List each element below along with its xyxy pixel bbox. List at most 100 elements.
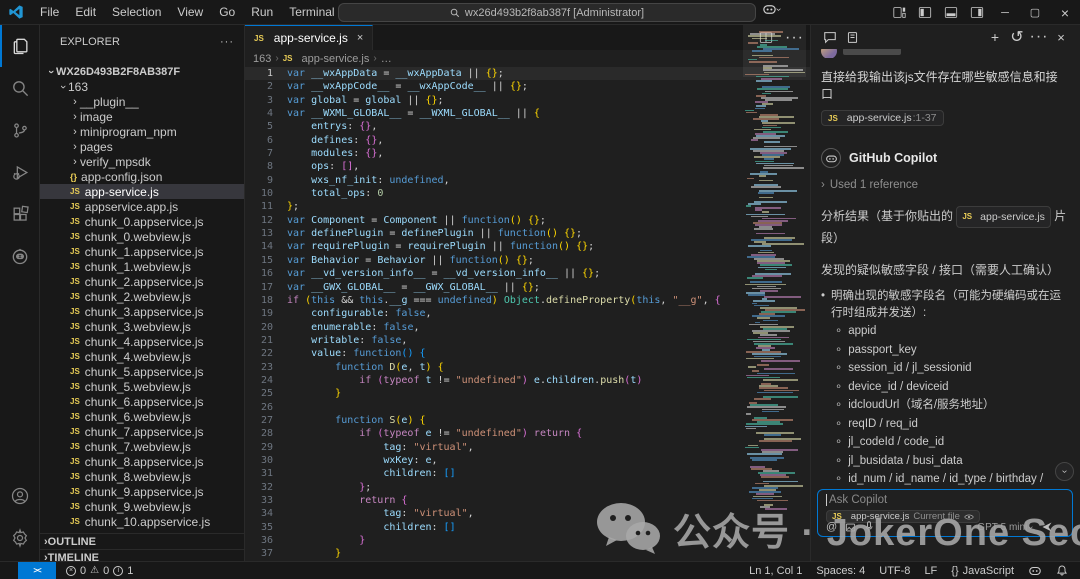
tree-item-app-service.js[interactable]: JSapp-service.js [40,184,245,199]
tree-item-chunk_2.webview.js[interactable]: JSchunk_2.webview.js [40,289,245,304]
tree-item-app-config.json[interactable]: {}app-config.json [40,169,245,184]
tree-item-chunk_0.webview.js[interactable]: JSchunk_0.webview.js [40,229,245,244]
error-icon: × [66,566,76,576]
tree-item-chunk_10.appservice.js[interactable]: JSchunk_10.appservice.js [40,514,245,529]
menu-terminal[interactable]: Terminal [281,0,342,25]
send-icon[interactable] [1041,521,1053,533]
tree-item-chunk_5.appservice.js[interactable]: JSchunk_5.appservice.js [40,364,245,379]
tree-item-chunk_9.webview.js[interactable]: JSchunk_9.webview.js [40,499,245,514]
scroll-down-button[interactable]: › [1055,462,1074,481]
remote-indicator[interactable]: >< [18,562,56,579]
notifications-bell-icon[interactable] [1056,564,1068,577]
used-references[interactable]: › Used 1 reference [821,179,1067,191]
tree-item-chunk_2.appservice.js[interactable]: JSchunk_2.appservice.js [40,274,245,289]
indentation[interactable]: Spaces: 4 [816,565,865,577]
tree-item-verify_mpsdk[interactable]: ›verify_mpsdk [40,154,245,169]
eol-sequence[interactable]: LF [924,565,937,577]
tree-item-chunk_4.appservice.js[interactable]: JSchunk_4.appservice.js [40,334,245,349]
minimap[interactable] [743,25,806,519]
breadcrumb-file[interactable]: app-service.js [302,53,370,65]
tree-item-appservice.app.js[interactable]: JSappservice.app.js [40,199,245,214]
command-center-search[interactable]: wx26d493b2f8ab387f [Administrator] [338,3,756,22]
mic-icon[interactable] [864,521,874,533]
chevron-down-icon[interactable]: › [1057,525,1068,528]
model-picker[interactable]: GPT-5 mini› [977,522,1032,533]
tree-item-chunk_1.webview.js[interactable]: JSchunk_1.webview.js [40,259,245,274]
toggle-secondary-sidebar-icon[interactable] [964,0,990,25]
encoding[interactable]: UTF-8 [879,565,910,577]
menu-file[interactable]: File [32,0,67,25]
tree-item-chunk_9.appservice.js[interactable]: JSchunk_9.appservice.js [40,484,245,499]
tree-item-chunk_4.webview.js[interactable]: JSchunk_4.webview.js [40,349,245,364]
chat-more-actions[interactable]: ··· [1028,26,1050,48]
notebook-icon[interactable] [841,26,863,48]
source-control-icon[interactable] [0,109,40,151]
search-view-icon[interactable] [0,67,40,109]
tab-close-icon[interactable]: × [357,32,363,44]
code-editor[interactable]: 1var __wxAppData = __wxAppData || {};2va… [245,67,810,561]
settings-gear-icon[interactable] [0,517,40,559]
run-debug-icon[interactable] [0,151,40,193]
tree-root[interactable]: ›WX26D493B2F8AB387F [40,64,245,79]
language-mode[interactable]: {}JavaScript [951,565,1014,577]
extensions-icon[interactable] [0,193,40,235]
breadcrumb-symbol[interactable]: … [381,53,392,65]
tree-item-chunk_6.webview.js[interactable]: JSchunk_6.webview.js [40,409,245,424]
explorer-more-actions[interactable]: ··· [220,36,234,48]
tree-item-chunk_8.appservice.js[interactable]: JSchunk_8.appservice.js [40,454,245,469]
chat-close-icon[interactable]: × [1050,26,1072,48]
attach-icon[interactable] [845,522,856,533]
tree-item-chunk_7.webview.js[interactable]: JSchunk_7.webview.js [40,439,245,454]
tree-item-pages[interactable]: ›pages [40,139,245,154]
chat-robot-icon[interactable] [0,235,40,277]
cursor-position[interactable]: Ln 1, Col 1 [749,565,802,577]
menu-run[interactable]: Run [243,0,281,25]
account-icon[interactable] [0,475,40,517]
code-line-34: 34 tag: "virtual", [245,507,810,520]
menu-view[interactable]: View [169,0,211,25]
outline-section[interactable]: › OUTLINE [40,533,245,549]
maximize-button[interactable]: ▢ [1020,0,1050,25]
customize-layout-icon[interactable] [886,0,912,25]
tree-item-chunk_6.appservice.js[interactable]: JSchunk_6.appservice.js [40,394,245,409]
tree-item-163[interactable]: ›163 [40,79,245,94]
chat-body[interactable]: 直接给我输出该js文件存在哪些敏感信息和接口 JS app-service.js… [811,49,1080,487]
attachment-chip[interactable]: JS app-service.js:1-37 [821,110,944,126]
menu-edit[interactable]: Edit [67,0,104,25]
menu-selection[interactable]: Selection [104,0,169,25]
tree-item-chunk_3.appservice.js[interactable]: JSchunk_3.appservice.js [40,304,245,319]
toggle-sidebar-icon[interactable] [912,0,938,25]
eye-icon[interactable] [964,513,974,521]
code-line-25: 25 } [245,387,810,400]
close-window-button[interactable]: × [1050,0,1080,25]
tree-item-__plugin__[interactable]: ›__plugin__ [40,94,245,109]
toggle-panel-icon[interactable] [938,0,964,25]
menu-go[interactable]: Go [211,0,243,25]
tree-item-chunk_8.webview.js[interactable]: JSchunk_8.webview.js [40,469,245,484]
copilot-status-icon[interactable] [1028,564,1042,578]
chevron-down-icon: › [773,8,784,11]
minimize-button[interactable]: ─ [990,0,1020,25]
timeline-section[interactable]: › TIMELINE [40,549,245,561]
new-chat-button[interactable]: + [984,26,1006,48]
tree-item-chunk_3.webview.js[interactable]: JSchunk_3.webview.js [40,319,245,334]
chat-bubble-icon[interactable] [819,26,841,48]
bullet-text: 明确出现的敏感字段名（可能为硬编码或在运行时组成并发送）: [831,288,1067,321]
inline-file-chip[interactable]: JSapp-service.js [956,206,1051,228]
breadcrumb[interactable]: 163 › JS app-service.js › … [245,50,810,67]
mention-icon[interactable]: @ [826,521,837,533]
problems-indicator[interactable]: × 0 ⚠ 0 i 1 [66,565,133,577]
copilot-chat-input[interactable]: Ask Copilot JS app-service.js Current fi… [817,489,1073,537]
explorer-icon[interactable] [0,25,40,67]
breadcrumb-folder[interactable]: 163 [253,53,271,65]
js-file-icon: JS [70,202,80,211]
tree-item-image[interactable]: ›image [40,109,245,124]
tree-item-chunk_1.appservice.js[interactable]: JSchunk_1.appservice.js [40,244,245,259]
history-icon[interactable]: ↺ [1006,26,1028,48]
tree-item-chunk_5.webview.js[interactable]: JSchunk_5.webview.js [40,379,245,394]
tree-item-miniprogram_npm[interactable]: ›miniprogram_npm [40,124,245,139]
tree-item-chunk_7.appservice.js[interactable]: JSchunk_7.appservice.js [40,424,245,439]
copilot-titlebar-button[interactable]: › [762,2,780,17]
tree-item-chunk_0.appservice.js[interactable]: JSchunk_0.appservice.js [40,214,245,229]
tab-app-service-js[interactable]: JS app-service.js × [245,25,373,50]
